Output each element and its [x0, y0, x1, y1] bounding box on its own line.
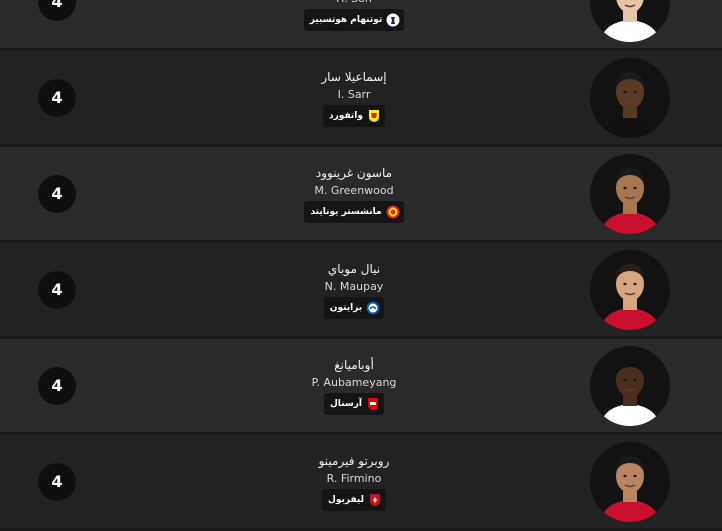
player-info: أوباميانغ P. Aubameyang آرسنال	[229, 357, 479, 415]
list-item[interactable]: 4 H. Son توتنهام هوتسبير	[0, 0, 722, 48]
player-info: ماسون غرينوود M. Greenwood مانشستر يوناي…	[229, 165, 479, 223]
player-photo	[590, 345, 670, 426]
player-photo	[590, 249, 670, 330]
goals-count: 4	[38, 0, 76, 21]
arsenal-crest-icon	[366, 397, 380, 411]
goals-count: 4	[38, 270, 76, 309]
player-name-latin: I. Sarr	[337, 87, 371, 101]
player-photo	[590, 153, 670, 234]
brighton-crest-icon	[366, 301, 380, 315]
club-badge[interactable]: واتفورد	[323, 104, 385, 127]
club-badge[interactable]: توتنهام هوتسبير	[303, 8, 405, 31]
goals-count: 4	[38, 462, 76, 501]
player-photo	[590, 0, 670, 42]
club-badge[interactable]: مانشستر يونايتد	[304, 200, 404, 223]
list-item[interactable]: 4 روبرتو فيرمينو R. Firmino ليفربول	[0, 435, 722, 528]
player-name-arabic: نيال موباي	[327, 261, 381, 276]
list-item[interactable]: 4 ماسون غرينوود M. Greenwood مانشستر يون…	[0, 147, 722, 240]
player-name-arabic: أوباميانغ	[334, 357, 374, 372]
player-name-arabic: ماسون غرينوود	[315, 165, 393, 180]
man-united-crest-icon	[386, 205, 400, 219]
list-item[interactable]: 4 إسماعيلا سار I. Sarr واتفورد	[0, 51, 722, 144]
player-name-latin: H. Son	[229, 0, 479, 6]
player-info: إسماعيلا سار I. Sarr واتفورد	[229, 69, 479, 127]
club-name: برايتون	[329, 302, 363, 313]
club-badge[interactable]: آرسنال	[324, 392, 384, 415]
player-name-arabic: روبرتو فيرمينو	[318, 453, 390, 468]
club-name: آرسنال	[330, 398, 362, 409]
goals-count: 4	[38, 366, 76, 405]
player-info: روبرتو فيرمينو R. Firmino ليفربول	[229, 453, 479, 511]
player-name-latin: P. Aubameyang	[311, 375, 397, 389]
player-photo	[590, 57, 670, 138]
player-info: نيال موباي N. Maupay برايتون	[229, 261, 479, 319]
player-photo	[590, 441, 670, 522]
tottenham-crest-icon	[386, 13, 400, 27]
list-item[interactable]: 4 نيال موباي N. Maupay برايتون	[0, 243, 722, 336]
goals-count: 4	[38, 78, 76, 117]
player-name-latin: N. Maupay	[324, 279, 384, 293]
player-name-arabic: إسماعيلا سار	[321, 69, 387, 84]
player-name-latin: R. Firmino	[326, 471, 382, 485]
club-name: توتنهام هوتسبير	[309, 14, 383, 25]
club-name: واتفورد	[329, 110, 363, 121]
watford-crest-icon	[367, 109, 381, 123]
club-name: مانشستر يونايتد	[310, 206, 382, 217]
goals-count: 4	[38, 174, 76, 213]
player-name-latin: M. Greenwood	[314, 183, 394, 197]
player-info: H. Son توتنهام هوتسبير	[229, 0, 479, 31]
list-item[interactable]: 4 أوباميانغ P. Aubameyang آرسنال	[0, 339, 722, 432]
club-badge[interactable]: برايتون	[323, 296, 385, 319]
